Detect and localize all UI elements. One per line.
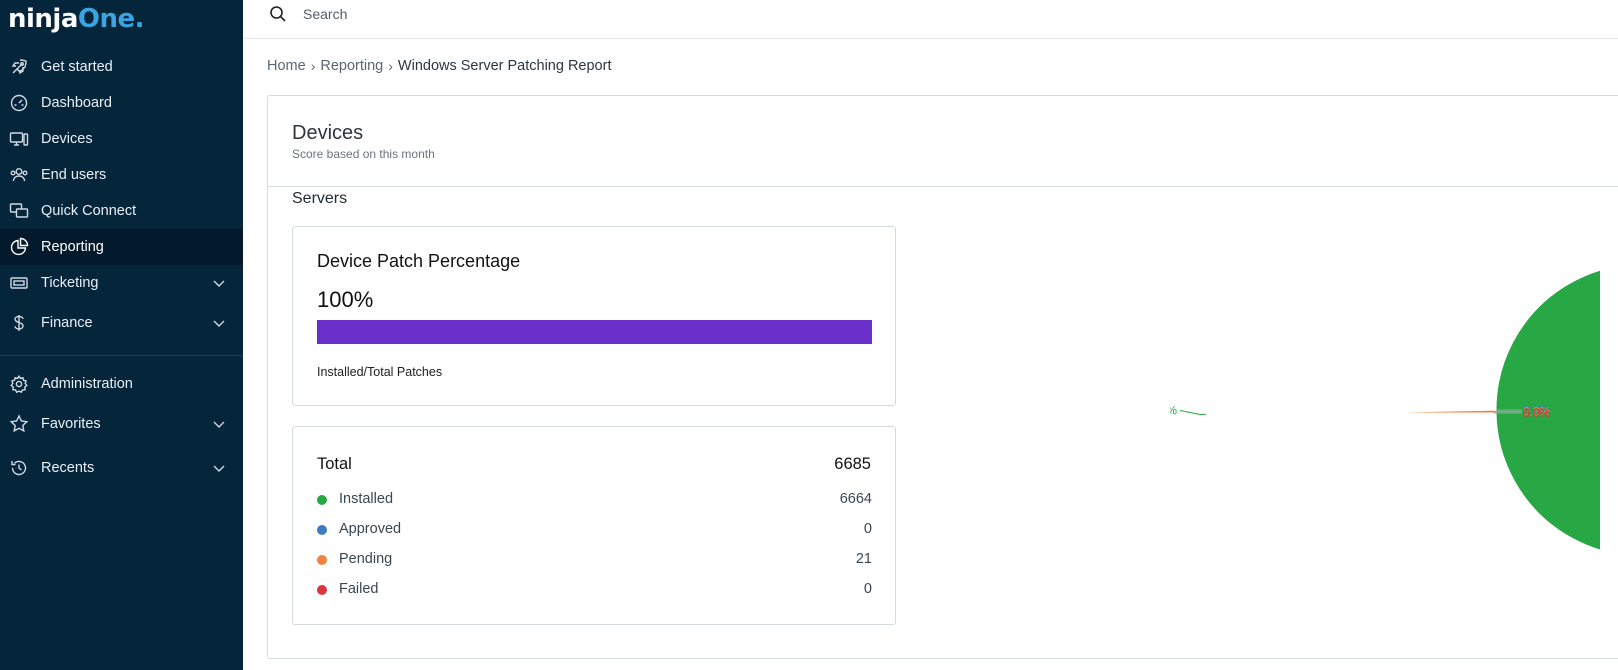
sidebar: ninja One. Get started Dashboard Devices … <box>0 0 243 670</box>
stat-label: Failed <box>339 581 379 597</box>
total-count: 6685 <box>834 455 871 473</box>
pie-data-label: 99.7% <box>1170 403 1177 417</box>
ticket-icon <box>9 273 29 293</box>
chevron-down-icon[interactable] <box>212 316 226 330</box>
status-dot-icon <box>317 495 327 505</box>
patch-percentage-caption: Installed/Total Patches <box>317 365 443 379</box>
sidebar-item-quick-connect[interactable]: Quick Connect <box>0 193 243 229</box>
search-icon[interactable] <box>268 4 288 24</box>
status-dot-icon <box>317 585 327 595</box>
sidebar-item-label: Get started <box>41 59 113 75</box>
sidebar-item-label: Administration <box>41 376 133 392</box>
chevron-down-icon[interactable] <box>212 461 226 475</box>
sidebar-item-favorites[interactable]: Favorites <box>0 406 243 442</box>
reporting-pie-icon <box>9 237 29 257</box>
stat-label: Approved <box>339 521 402 537</box>
sidebar-item-label: Recents <box>41 460 95 476</box>
sidebar-item-dashboard[interactable]: Dashboard <box>0 85 243 121</box>
sidebar-divider <box>0 355 243 356</box>
sidebar-item-label: Devices <box>41 131 93 147</box>
breadcrumb-current: Windows Server Patching Report <box>397 58 612 74</box>
chevron-down-icon[interactable] <box>212 276 226 290</box>
pie-slice-pending[interactable] <box>1349 409 1497 414</box>
card-title: Devices <box>292 122 364 144</box>
status-dot-icon <box>317 555 327 565</box>
total-label: Total <box>317 455 352 473</box>
card-header: Devices Score based on this month <box>268 96 1618 187</box>
gear-icon <box>9 374 29 394</box>
chevron-down-icon[interactable] <box>212 417 226 431</box>
sidebar-item-label: Quick Connect <box>41 203 137 219</box>
patch-percentage-value: 100% <box>317 287 374 312</box>
patch-progress-bar <box>317 320 872 344</box>
dollar-icon <box>9 313 29 333</box>
top-search-bar <box>243 0 1618 39</box>
quick-connect-icon <box>9 201 29 221</box>
sidebar-item-devices[interactable]: Devices <box>0 121 243 157</box>
breadcrumb-separator-icon: › <box>388 58 393 74</box>
patch-progress-fill <box>317 320 872 344</box>
pie-label-connector <box>1179 409 1207 415</box>
sidebar-item-administration[interactable]: Administration <box>0 366 243 402</box>
stat-row-pending: Pending 21 <box>317 550 872 570</box>
stat-row-approved: Approved 0 <box>317 520 872 540</box>
sidebar-item-label: Finance <box>41 315 93 331</box>
stat-row-installed: Installed 6664 <box>317 490 872 510</box>
stat-value: 0 <box>863 521 872 537</box>
stat-value: 21 <box>855 551 872 567</box>
devices-icon <box>9 129 29 149</box>
users-icon <box>9 165 29 185</box>
pie-chart-svg: 99.7%0.0%0.3%0.0% <box>1170 269 1600 551</box>
device-patch-percentage-panel: Device Patch Percentage 100% Installed/T… <box>292 226 896 406</box>
pie-data-label: 0.0% <box>1523 406 1551 420</box>
star-icon <box>9 414 29 434</box>
sidebar-item-ticketing[interactable]: Ticketing <box>0 265 243 301</box>
logo-dot: . <box>134 4 145 34</box>
dashboard-gauge-icon <box>9 93 29 113</box>
sidebar-item-end-users[interactable]: End users <box>0 157 243 193</box>
card-subtitle: Score based on this month <box>292 147 435 161</box>
sidebar-item-label: End users <box>41 167 107 183</box>
sidebar-item-get-started[interactable]: Get started <box>0 49 243 85</box>
sidebar-item-label: Favorites <box>41 416 101 432</box>
patch-totals-panel: Total 6685 Installed 6664 Approved 0 Pen… <box>292 426 896 625</box>
stat-row-failed: Failed 0 <box>317 580 872 600</box>
history-icon <box>9 458 29 478</box>
patch-status-pie-chart: 99.7%0.0%0.3%0.0% <box>1170 265 1600 585</box>
breadcrumb-reporting[interactable]: Reporting <box>320 58 383 74</box>
sidebar-item-reporting[interactable]: Reporting <box>0 229 243 265</box>
breadcrumb-separator-icon: › <box>310 58 316 74</box>
stat-value: 0 <box>863 581 872 597</box>
search-input[interactable] <box>303 3 903 25</box>
logo-text-one: One <box>77 4 135 34</box>
breadcrumb-home[interactable]: Home <box>267 58 306 74</box>
rocket-icon <box>9 57 29 77</box>
sidebar-item-label: Ticketing <box>41 275 99 291</box>
patch-percentage-title: Device Patch Percentage <box>317 251 521 271</box>
stat-value: 6664 <box>839 491 872 507</box>
section-title-servers: Servers <box>292 190 348 207</box>
sidebar-item-label: Dashboard <box>41 95 112 111</box>
logo-text-ninja: ninja <box>8 4 78 34</box>
sidebar-item-label: Reporting <box>41 239 104 255</box>
sidebar-item-finance[interactable]: Finance <box>0 305 243 341</box>
stat-label: Installed <box>339 491 394 507</box>
ninjaone-logo[interactable]: ninja One. <box>8 2 145 36</box>
status-dot-icon <box>317 525 327 535</box>
sidebar-item-recents[interactable]: Recents <box>0 450 243 486</box>
stat-label: Pending <box>339 551 393 567</box>
breadcrumb: Home › Reporting › Windows Server Patchi… <box>267 58 611 74</box>
